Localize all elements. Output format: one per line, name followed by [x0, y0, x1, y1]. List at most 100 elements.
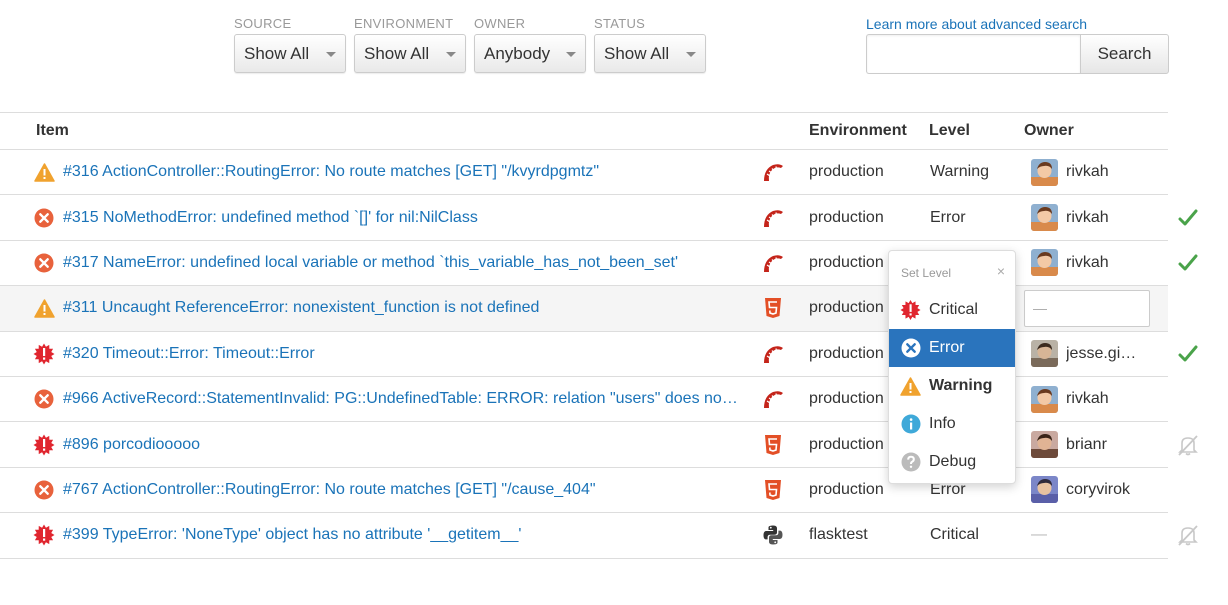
item-title-link[interactable]: #399 TypeError: 'NoneType' object has no… — [63, 526, 521, 544]
item-title-link[interactable]: #966 ActiveRecord::StatementInvalid: PG:… — [63, 390, 738, 408]
level-option-critical[interactable]: Critical — [889, 291, 1015, 329]
item-title-link[interactable]: #317 NameError: undefined local variable… — [63, 254, 678, 272]
muted-icon[interactable] — [1175, 422, 1201, 466]
owner-name[interactable]: rivkah — [1066, 390, 1109, 408]
environment-cell: flasktest — [809, 526, 868, 544]
table-row[interactable]: #316 ActionController::RoutingError: No … — [0, 150, 1168, 196]
html5-icon — [760, 468, 786, 512]
item-title-link[interactable]: #316 ActionController::RoutingError: No … — [63, 163, 599, 181]
level-option-error[interactable]: Error — [889, 329, 1015, 367]
owner-name[interactable]: brianr — [1066, 436, 1107, 454]
table-row[interactable]: #399 TypeError: 'NoneType' object has no… — [0, 513, 1198, 559]
filter-owner: OWNER Anybody — [474, 15, 586, 73]
critical-icon — [900, 299, 921, 321]
owner-name[interactable]: coryvirok — [1066, 481, 1130, 499]
item-title-link[interactable]: #767 ActionController::RoutingError: No … — [63, 481, 596, 499]
level-option-info[interactable]: Info — [889, 405, 1015, 443]
error-icon — [33, 195, 55, 239]
level-option-label: Info — [929, 415, 956, 432]
error-icon — [33, 377, 55, 421]
status-select[interactable]: Show All — [594, 34, 706, 73]
level-cell[interactable]: Error — [930, 195, 966, 239]
owner-cell: rivkah — [1031, 241, 1109, 285]
advanced-search-link[interactable]: Learn more about advanced search — [866, 15, 1169, 33]
environment-cell: production — [809, 480, 884, 498]
item-title-link[interactable]: #311 Uncaught ReferenceError: nonexisten… — [63, 299, 539, 317]
environment-cell: production — [809, 253, 884, 271]
muted-icon[interactable] — [1175, 513, 1201, 557]
environment-cell: production — [809, 299, 884, 317]
rails-icon — [760, 241, 786, 285]
owner-select[interactable]: Anybody — [474, 34, 586, 73]
error-icon — [33, 468, 55, 512]
level-cell[interactable]: Critical — [930, 513, 979, 557]
header-environment: Environment — [809, 122, 907, 139]
level-option-warning[interactable]: Warning — [889, 367, 1015, 405]
warning-icon — [900, 376, 921, 397]
set-level-popover: Set Level × Critical Error Warning Info … — [888, 250, 1016, 484]
close-icon[interactable]: × — [997, 263, 1005, 279]
filter-status: STATUS Show All — [594, 15, 706, 73]
item-title-link[interactable]: #315 NoMethodError: undefined method `[]… — [63, 209, 478, 227]
environment-select[interactable]: Show All — [354, 34, 466, 73]
table-header: Item Environment Level Owner — [0, 112, 1168, 150]
html5-icon — [760, 286, 786, 330]
item-title-link[interactable]: #896 porcodiooooo — [63, 436, 200, 454]
owner-assign-input[interactable]: — — [1024, 289, 1150, 327]
owner-empty: — — [1031, 526, 1047, 544]
error-icon — [33, 241, 55, 285]
owner-cell: brianr — [1031, 422, 1107, 466]
rails-icon — [760, 332, 786, 376]
avatar — [1031, 476, 1058, 504]
filter-source: SOURCE Show All — [234, 15, 346, 73]
level-cell[interactable]: Warning — [930, 150, 989, 194]
warning-icon — [33, 286, 55, 330]
environment-cell: production — [809, 390, 884, 408]
environment-cell: production — [809, 435, 884, 453]
resolved-check-icon[interactable] — [1175, 332, 1201, 376]
level-option-debug[interactable]: Debug — [889, 443, 1015, 481]
avatar — [1031, 158, 1058, 186]
header-owner: Owner — [1024, 122, 1074, 139]
avatar — [1031, 204, 1058, 232]
environment-cell: production — [809, 208, 884, 226]
level-option-label: Critical — [929, 301, 978, 318]
level-option-label: Debug — [929, 453, 977, 470]
header-level: Level — [929, 122, 970, 139]
rails-icon — [760, 377, 786, 421]
popover-title: Set Level — [901, 266, 952, 280]
owner-name[interactable]: rivkah — [1066, 163, 1109, 181]
select-value: Show All — [364, 43, 430, 63]
filter-label: ENVIRONMENT — [354, 16, 454, 31]
caret-down-icon — [326, 52, 336, 57]
source-select[interactable]: Show All — [234, 34, 346, 73]
owner-cell: — — [1031, 513, 1047, 557]
caret-down-icon — [446, 52, 456, 57]
owner-name[interactable]: rivkah — [1066, 254, 1109, 272]
critical-icon — [33, 332, 55, 376]
filter-label: OWNER — [474, 16, 526, 31]
table-row[interactable]: #315 NoMethodError: undefined method `[]… — [0, 195, 1198, 241]
resolved-check-icon[interactable] — [1175, 241, 1201, 285]
owner-cell: rivkah — [1031, 377, 1109, 421]
level-option-label: Error — [929, 339, 965, 356]
item-title-link[interactable]: #320 Timeout::Error: Timeout::Error — [63, 345, 315, 363]
avatar — [1031, 340, 1058, 368]
search-input[interactable] — [866, 34, 1080, 74]
resolved-check-icon[interactable] — [1175, 195, 1201, 239]
filter-label: SOURCE — [234, 16, 292, 31]
critical-icon — [33, 513, 55, 557]
python-icon — [760, 513, 786, 557]
search-area: Learn more about advanced search Search — [866, 15, 1169, 74]
filter-environment: ENVIRONMENT Show All — [354, 15, 466, 73]
search-button[interactable]: Search — [1080, 34, 1169, 74]
caret-down-icon — [686, 52, 696, 57]
caret-down-icon — [566, 52, 576, 57]
owner-cell: rivkah — [1031, 195, 1109, 239]
environment-cell: production — [809, 344, 884, 362]
debug-icon — [900, 452, 921, 473]
critical-icon — [33, 422, 55, 466]
owner-name[interactable]: jesse.gi… — [1066, 345, 1136, 363]
owner-name[interactable]: rivkah — [1066, 209, 1109, 227]
owner-cell: — — [1024, 286, 1150, 330]
